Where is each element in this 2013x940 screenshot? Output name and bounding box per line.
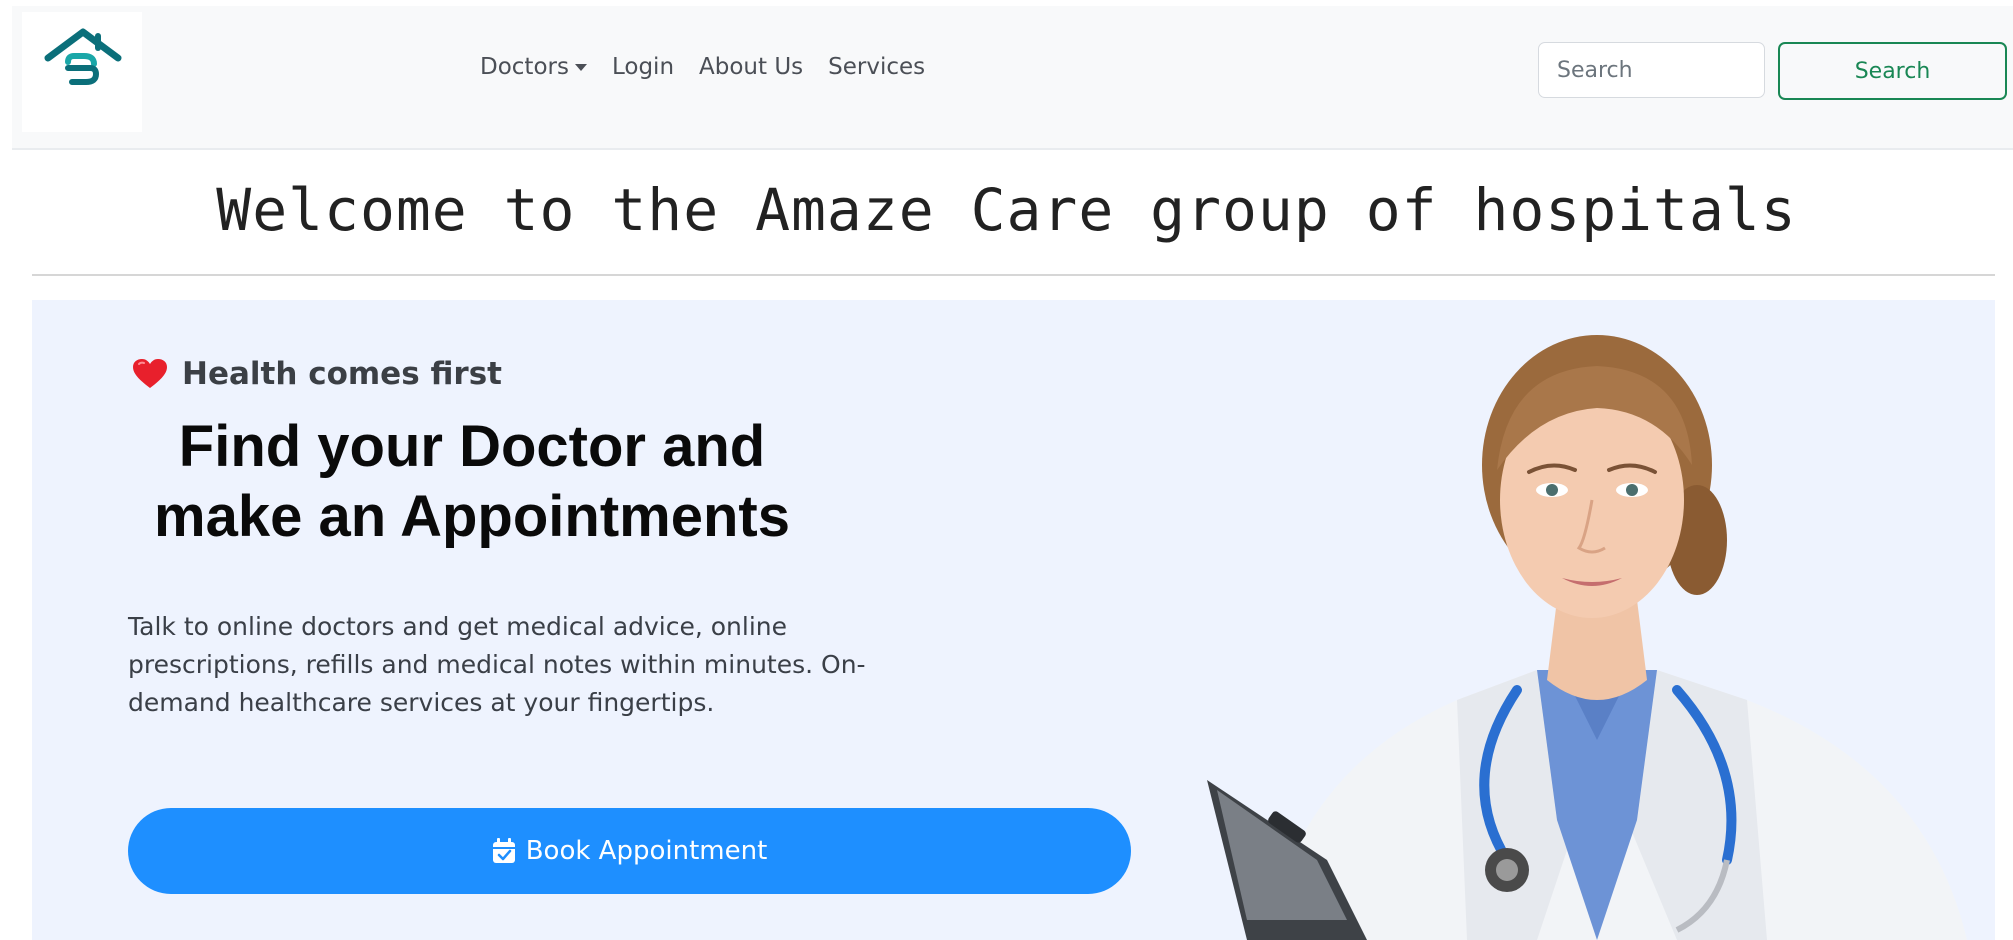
search-input[interactable] bbox=[1538, 42, 1765, 98]
nav-item-about-us-label: About Us bbox=[699, 54, 804, 80]
book-appointment-label: Book Appointment bbox=[525, 836, 768, 866]
nav-item-services-label: Services bbox=[828, 54, 926, 80]
brand-logo[interactable] bbox=[22, 12, 142, 132]
nav-item-login[interactable]: Login bbox=[612, 54, 674, 80]
nav-item-services[interactable]: Services bbox=[828, 54, 925, 80]
hero-heading: Find your Doctor and make an Appointment… bbox=[122, 412, 822, 552]
hero-heading-line1: Find your Doctor and bbox=[178, 414, 766, 479]
nav-item-login-label: Login bbox=[611, 54, 675, 80]
book-appointment-button[interactable]: Book Appointment bbox=[128, 808, 1131, 894]
hero-heading-line2: make an Appointments bbox=[154, 484, 790, 549]
heart-icon bbox=[133, 359, 167, 388]
nav-item-doctors-label: Doctors bbox=[480, 54, 569, 80]
tagline: Health comes first bbox=[132, 356, 502, 392]
nav-links: Doctors Login About Us Services bbox=[480, 54, 925, 80]
calendar-check-icon bbox=[492, 838, 515, 863]
doctor-photo bbox=[1207, 335, 1967, 940]
navbar: Doctors Login About Us Services Search bbox=[12, 6, 2013, 150]
caret-down-icon bbox=[574, 63, 587, 71]
hero-description: Talk to online doctors and get medical a… bbox=[128, 612, 866, 717]
hero-section: Health comes first Find your Doctor and … bbox=[32, 300, 1995, 940]
nav-item-about-us[interactable]: About Us bbox=[699, 54, 803, 80]
nav-item-doctors[interactable]: Doctors bbox=[480, 54, 587, 80]
house-logo-icon bbox=[44, 28, 122, 85]
divider bbox=[32, 274, 1995, 276]
tagline-text: Health comes first bbox=[182, 356, 502, 392]
welcome-title: Welcome to the Amaze Care group of hospi… bbox=[216, 176, 1797, 244]
search-button[interactable]: Search bbox=[1778, 42, 2007, 100]
